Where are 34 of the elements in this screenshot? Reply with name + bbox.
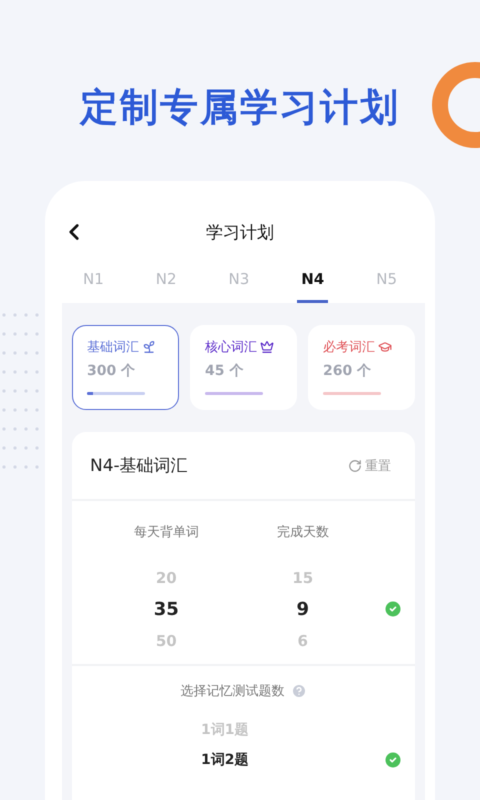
- level-tab[interactable]: N5: [372, 257, 401, 303]
- category-name: 核心词汇: [205, 339, 257, 356]
- reset-icon: [348, 458, 362, 472]
- headline: 定制专属学习计划: [80, 84, 400, 131]
- quiz-title: 选择记忆测试题数: [180, 683, 284, 700]
- crown-icon: [260, 340, 274, 354]
- quiz-option[interactable]: 1词2题: [195, 750, 254, 770]
- sprout-icon: [142, 340, 156, 354]
- category-card[interactable]: 核心词汇 45 个: [190, 325, 297, 410]
- picker-value[interactable]: 50: [98, 632, 234, 650]
- picker-value[interactable]: 6: [234, 632, 371, 650]
- word-count: 260 个: [323, 362, 372, 380]
- picker-label: 每天背单词: [132, 524, 200, 541]
- picker-value[interactable]: 9: [234, 599, 371, 620]
- picker-label: 完成天数: [276, 524, 330, 541]
- reset-button[interactable]: 重置: [342, 456, 397, 476]
- picker-value[interactable]: 35: [98, 599, 234, 620]
- quiz-option[interactable]: 1词1题: [195, 720, 254, 740]
- level-tab[interactable]: N1: [79, 257, 108, 303]
- category-name: 基础词汇: [87, 339, 139, 356]
- category-card[interactable]: 必考词汇 260 个: [308, 325, 415, 410]
- category-name: 必考词汇: [323, 339, 375, 356]
- screen-title: 学习计划: [206, 222, 274, 244]
- picker-value[interactable]: 15: [234, 569, 371, 587]
- progress-bar: [323, 392, 381, 395]
- level-tab[interactable]: N3: [224, 257, 254, 303]
- level-tab[interactable]: N2: [152, 257, 181, 303]
- progress-bar: [205, 392, 263, 395]
- plan-title: N4-基础词汇: [90, 455, 188, 477]
- picker-value[interactable]: 20: [98, 569, 234, 587]
- cap-icon: [378, 340, 392, 354]
- word-count: 300 个: [87, 362, 136, 380]
- word-count: 45 个: [205, 362, 244, 380]
- category-card[interactable]: 基础词汇 300 个: [72, 325, 179, 410]
